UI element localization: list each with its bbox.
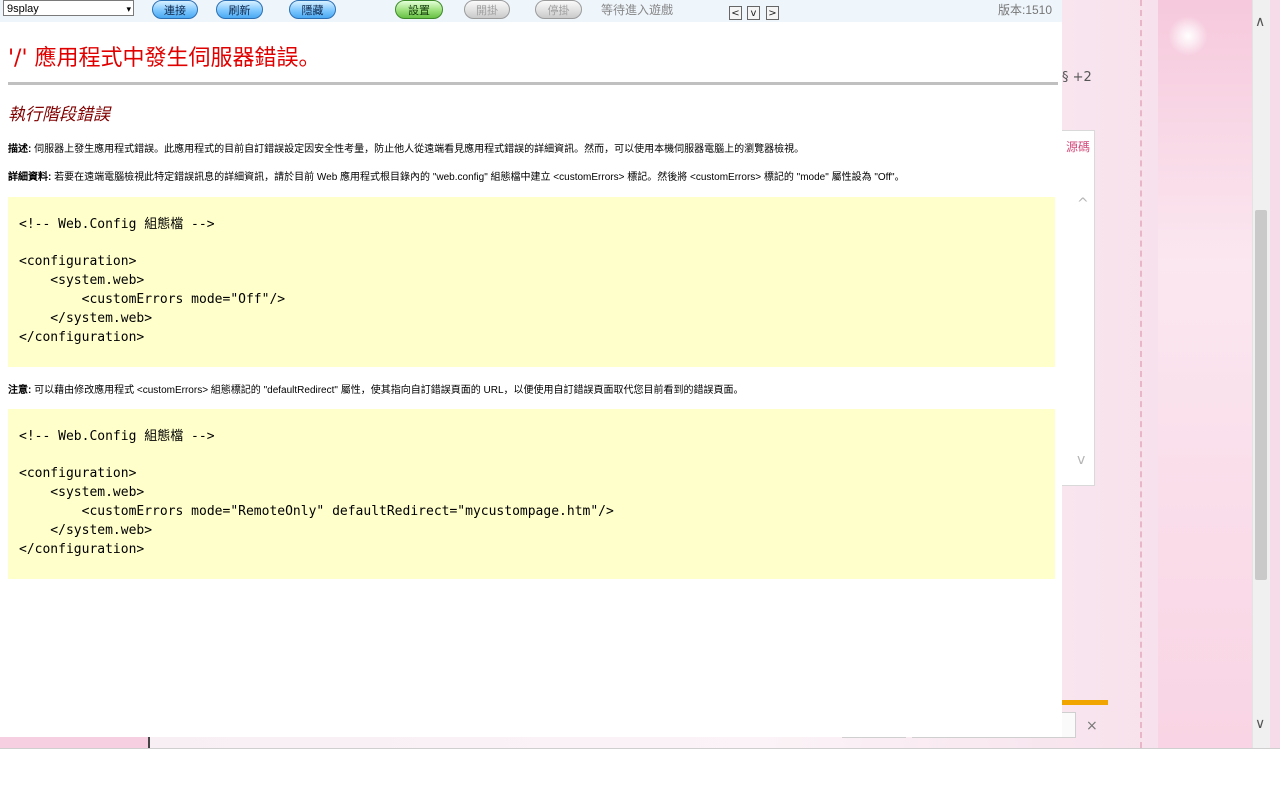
- code-line: </system.web>: [19, 310, 153, 326]
- chevron-up-icon[interactable]: ^: [1077, 196, 1089, 212]
- code-line: <configuration>: [19, 466, 137, 482]
- down-button[interactable]: v: [747, 6, 760, 20]
- title-divider: [8, 82, 1058, 85]
- code-line: <!-- Web.Config 組態檔 -->: [19, 428, 215, 444]
- chevron-down-icon[interactable]: v: [1077, 452, 1085, 468]
- details-paragraph: 詳細資料: 若要在遠端電腦檢視此特定錯誤訊息的詳細資訊，請於目前 Web 應用程…: [8, 168, 905, 183]
- description-paragraph: 描述: 伺服器上發生應用程式錯誤。此應用程式的目前自訂錯誤設定因安全性考量，防止…: [8, 140, 804, 155]
- page-title: '/' 應用程式中發生伺服器錯誤。: [8, 46, 321, 71]
- scroll-down-icon[interactable]: ∨: [1255, 716, 1265, 732]
- toolbar: 9splay ▾ 連接 刷新 隱藏 設置 開掛 停掛 等待進入遊戲 < v > …: [0, 0, 1062, 22]
- scroll-thumb[interactable]: [1255, 210, 1267, 580]
- note-label: 注意:: [8, 385, 32, 396]
- code-line: <system.web>: [19, 273, 145, 289]
- background-bottom-strip: [0, 736, 150, 748]
- code-line: <configuration>: [19, 254, 137, 270]
- note-text: 可以藉由修改應用程式 <customErrors> 組態標記的 "default…: [31, 385, 744, 396]
- code-line: </system.web>: [19, 522, 153, 538]
- code-line: <!-- Web.Config 組態檔 -->: [19, 216, 215, 232]
- background-accent-bar: [1062, 700, 1108, 705]
- sparkle-icon: [1168, 16, 1208, 56]
- server-select[interactable]: 9splay ▾: [3, 0, 134, 16]
- scroll-up-icon[interactable]: ∧: [1255, 14, 1265, 30]
- details-label: 詳細資料:: [8, 172, 52, 183]
- settings-button[interactable]: 設置: [395, 0, 443, 19]
- code-line: </configuration>: [19, 329, 145, 345]
- refresh-button[interactable]: 刷新: [216, 0, 263, 19]
- next-button[interactable]: >: [766, 6, 779, 20]
- connect-button[interactable]: 連接: [152, 0, 198, 19]
- description-label: 描述:: [8, 144, 32, 155]
- dropdown-arrow-icon: ▾: [126, 4, 131, 14]
- code-line: </configuration>: [19, 541, 145, 557]
- background-dashed-line: [1140, 0, 1142, 748]
- prev-button[interactable]: <: [729, 6, 742, 20]
- note-paragraph: 注意: 可以藉由修改應用程式 <customErrors> 組態標記的 "def…: [8, 381, 744, 396]
- code-line: <system.web>: [19, 485, 145, 501]
- code-sample-1: <!-- Web.Config 組態檔 --> <configuration> …: [8, 197, 1055, 367]
- background-count-text: § +2: [1062, 70, 1092, 85]
- version-label: 版本:1510: [998, 3, 1053, 17]
- stop-hang-button[interactable]: 停掛: [535, 0, 582, 19]
- background-decoration-strip: [1158, 0, 1254, 748]
- code-sample-2: <!-- Web.Config 組態檔 --> <configuration> …: [8, 409, 1055, 579]
- details-text: 若要在遠端電腦檢視此特定錯誤訊息的詳細資訊，請於目前 Web 應用程式根目錄內的…: [51, 172, 905, 183]
- background-side-panel: [1062, 130, 1095, 486]
- page-scrollbar[interactable]: ∧ ∨: [1252, 0, 1270, 748]
- error-subtitle: 執行階段錯誤: [8, 105, 110, 125]
- start-hang-button[interactable]: 開掛: [464, 0, 510, 19]
- close-icon[interactable]: ×: [1086, 718, 1098, 734]
- status-text: 等待進入遊戲: [601, 3, 674, 17]
- description-text: 伺服器上發生應用程式錯誤。此應用程式的目前自訂錯誤設定因安全性考量，防止他人從遠…: [31, 144, 805, 155]
- background-panel-label[interactable]: 源碼: [1066, 138, 1090, 155]
- code-line: <customErrors mode="RemoteOnly" defaultR…: [19, 503, 614, 519]
- server-select-value: 9splay: [7, 3, 39, 15]
- background-divider: [148, 736, 150, 748]
- error-page: '/' 應用程式中發生伺服器錯誤。 執行階段錯誤 描述: 伺服器上發生應用程式錯…: [0, 22, 1062, 737]
- lower-blank-area: [0, 748, 1280, 801]
- hide-button[interactable]: 隱藏: [289, 0, 336, 19]
- code-line: <customErrors mode="Off"/>: [19, 291, 286, 307]
